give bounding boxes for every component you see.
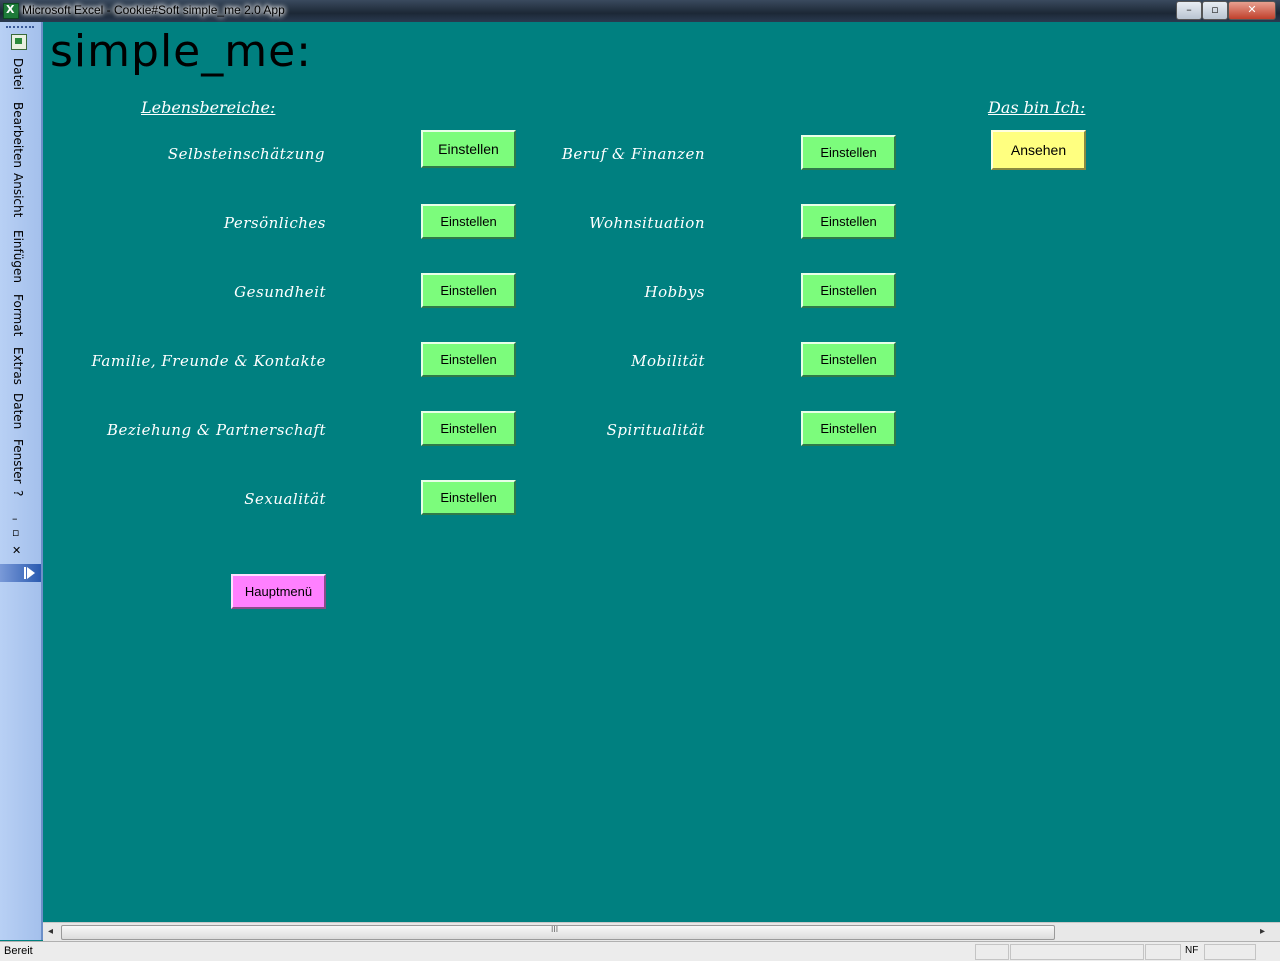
horizontal-scrollbar[interactable]: ◂ ▸ (43, 922, 1280, 941)
status-panel (1010, 944, 1144, 960)
category-label-sexualitaet: Sexualität (244, 490, 326, 508)
menu-bearbeiten[interactable]: Bearbeiten (11, 102, 25, 168)
category-label-beruf-finanzen: Beruf & Finanzen (561, 145, 705, 163)
num-lock-indicator: NF (1185, 945, 1199, 956)
lebensbereiche-heading: Lebensbereiche: (141, 98, 276, 117)
menu-einfuegen[interactable]: Einfügen (11, 230, 25, 283)
category-label-familie-freunde-kontakte: Familie, Freunde & Kontakte (91, 352, 326, 370)
status-text: Bereit (4, 945, 33, 957)
doc-close-icon[interactable]: ✕ (12, 544, 21, 557)
einstellen-button-wohnsituation[interactable]: Einstellen (801, 204, 896, 239)
window-title: Microsoft Excel - Cookie#Soft simple_me … (22, 3, 285, 17)
einstellen-button-beziehung-partnerschaft[interactable]: Einstellen (421, 411, 516, 446)
scroll-right-arrow-icon[interactable]: ▸ (1260, 926, 1265, 937)
category-label-wohnsituation: Wohnsituation (589, 214, 705, 232)
status-panel (1145, 944, 1181, 960)
vertical-menu-bar: Datei Bearbeiten Ansicht Einfügen Format… (0, 22, 43, 940)
doc-restore-icon[interactable]: ▫ (12, 526, 19, 539)
minimize-window-button[interactable]: – (1176, 1, 1202, 20)
einstellen-button-sexualitaet[interactable]: Einstellen (421, 480, 516, 515)
scroll-left-arrow-icon[interactable]: ◂ (48, 926, 53, 937)
close-window-button[interactable]: ✕ (1228, 1, 1276, 20)
einstellen-button-persoenliches[interactable]: Einstellen (421, 204, 516, 239)
das-bin-ich-heading: Das bin Ich: (988, 98, 1086, 117)
einstellen-button-spiritualitaet[interactable]: Einstellen (801, 411, 896, 446)
toolbar-options-chevron-icon[interactable] (0, 564, 41, 582)
einstellen-button-selbsteinschaetzung[interactable]: Einstellen (421, 130, 516, 168)
ansehen-button[interactable]: Ansehen (991, 130, 1086, 170)
einstellen-button-hobbys[interactable]: Einstellen (801, 273, 896, 308)
menu-ansicht[interactable]: Ansicht (11, 173, 25, 217)
menu-help[interactable]: ? (11, 490, 25, 496)
category-label-selbsteinschaetzung: Selbsteinschätzung (167, 145, 325, 163)
page-title: simple_me: (50, 26, 312, 77)
toolbar-grip[interactable] (6, 26, 34, 30)
excel-icon (3, 3, 19, 19)
category-label-beziehung-partnerschaft: Beziehung & Partnerschaft (107, 421, 326, 439)
category-label-gesundheit: Gesundheit (234, 283, 326, 301)
window-title-bar: Microsoft Excel - Cookie#Soft simple_me … (0, 0, 1280, 22)
menu-format[interactable]: Format (11, 294, 25, 336)
hauptmenu-button[interactable]: Hauptmenü (231, 574, 326, 609)
einstellen-button-familie-freunde-kontakte[interactable]: Einstellen (421, 342, 516, 377)
status-panel (1204, 944, 1256, 960)
category-label-hobbys: Hobbys (644, 283, 705, 301)
menu-datei[interactable]: Datei (11, 58, 25, 90)
doc-minimize-icon[interactable]: – (12, 512, 18, 525)
category-label-persoenliches: Persönliches (223, 214, 326, 232)
menu-fenster[interactable]: Fenster (11, 439, 25, 484)
scrollbar-thumb[interactable] (61, 925, 1055, 940)
einstellen-button-gesundheit[interactable]: Einstellen (421, 273, 516, 308)
category-label-spiritualitaet: Spiritualität (606, 421, 705, 439)
status-bar: Bereit NF (0, 941, 1280, 961)
workbook-icon[interactable] (11, 34, 27, 50)
einstellen-button-mobilitaet[interactable]: Einstellen (801, 342, 896, 377)
status-panel (975, 944, 1009, 960)
einstellen-button-beruf-finanzen[interactable]: Einstellen (801, 135, 896, 170)
maximize-window-button[interactable]: ▫ (1202, 1, 1228, 20)
menu-daten[interactable]: Daten (11, 393, 25, 429)
menu-extras[interactable]: Extras (11, 347, 25, 385)
category-label-mobilitaet: Mobilität (631, 352, 705, 370)
